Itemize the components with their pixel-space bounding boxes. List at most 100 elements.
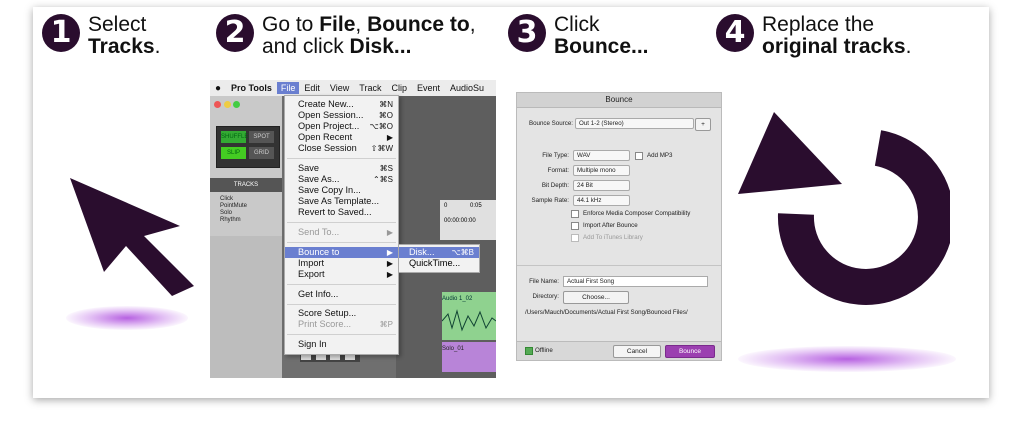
menu-item-close-session[interactable]: Close Session ⇧⌘W <box>285 143 398 154</box>
file-name-label: File Name: <box>529 278 559 285</box>
menu-item-import[interactable]: Import ▶ <box>285 258 398 269</box>
menu-audiosuite[interactable]: AudioSu <box>450 83 484 93</box>
menu-item-open-recent[interactable]: Open Recent ▶ <box>285 132 398 143</box>
menu-item-open-session[interactable]: Open Session... ⌘O <box>285 110 398 121</box>
step-number-2: 2 <box>216 14 254 52</box>
file-menu: Create New... ⌘N Open Session... ⌘O Open P… <box>284 95 399 355</box>
waveform-icon <box>442 309 496 332</box>
step-3-line1: Click <box>554 13 600 36</box>
submenu-item-quicktime[interactable]: QuickTime... <box>399 258 479 269</box>
step-4-suffix: . <box>905 35 912 58</box>
menu-separator <box>287 284 396 285</box>
edit-mode-panel: SHUFFLE SPOT SLIP GRID TRACKS Click Poin… <box>210 96 282 378</box>
shuffle-button[interactable]: SHUFFLE <box>221 131 248 143</box>
track-list-item[interactable]: Solo <box>220 210 247 217</box>
enforce-compat-checkbox[interactable] <box>571 210 579 218</box>
menu-item-revert-to-saved[interactable]: Revert to Saved... <box>285 207 398 218</box>
offline-checkbox[interactable] <box>525 347 533 355</box>
step-number-4: 4 <box>716 14 754 52</box>
step-4: 4 Replace the original tracks. <box>716 14 911 58</box>
step-3: 3 Click Bounce... <box>508 14 649 58</box>
grid-button[interactable]: GRID <box>249 147 274 159</box>
step-number-3: 3 <box>508 14 546 52</box>
track-list-item[interactable]: Click <box>220 196 247 203</box>
menu-file[interactable]: File <box>276 82 300 94</box>
enforce-compat-label: Enforce Media Composer Compatibility <box>583 210 691 217</box>
menu-item-get-info[interactable]: Get Info... <box>285 289 398 300</box>
step-1-bold: Tracks <box>88 35 155 58</box>
bit-depth-select[interactable]: 24 Bit <box>573 180 630 191</box>
bounce-source-select[interactable]: Out 1-2 (Stereo) <box>575 118 694 129</box>
add-source-button[interactable]: + <box>695 118 711 131</box>
step-2-mid: , <box>355 13 368 36</box>
menu-item-save-as[interactable]: Save As... ⌃⌘S <box>285 174 398 185</box>
bit-depth-label: Bit Depth: <box>541 182 569 189</box>
add-mp3-checkbox[interactable] <box>635 152 643 160</box>
region-name: Audio 1_02 <box>442 296 473 302</box>
slip-button[interactable]: SLIP <box>221 147 246 159</box>
directory-path: /Users/Mauch/Documents/Actual First Song… <box>525 309 688 316</box>
menu-item-export[interactable]: Export ▶ <box>285 269 398 280</box>
minimize-dot-icon[interactable] <box>223 101 231 108</box>
menu-item-save[interactable]: Save ⌘S <box>285 163 398 174</box>
region-name: Solo_01 <box>442 346 465 352</box>
cursor-arrow-icon <box>70 178 194 296</box>
dialog-footer: Offline Cancel Bounce <box>517 341 721 360</box>
menu-item-create-new[interactable]: Create New... ⌘N <box>285 99 398 110</box>
format-label: Format: <box>547 167 569 174</box>
menu-protools[interactable]: Pro Tools <box>231 83 272 93</box>
file-type-select[interactable]: WAV <box>573 150 630 161</box>
dialog-title: Bounce <box>517 93 721 108</box>
apple-icon: ● <box>215 82 222 94</box>
submenu-item-disk[interactable]: Disk... ⌥⌘B <box>399 247 479 258</box>
audio-region-1[interactable]: Audio 1_02 <box>442 292 496 340</box>
track-list: Click PointMute Solo Rhythm <box>220 196 247 224</box>
menu-view[interactable]: View <box>330 83 349 93</box>
menu-separator <box>287 242 396 243</box>
file-name-input[interactable]: Actual First Song <box>563 276 708 287</box>
menu-item-score-setup[interactable]: Score Setup... <box>285 308 398 319</box>
step-number-1: 1 <box>42 14 80 52</box>
menu-edit[interactable]: Edit <box>304 83 320 93</box>
track-list-item[interactable]: PointMute <box>220 203 247 210</box>
menu-event[interactable]: Event <box>417 83 440 93</box>
window-controls <box>214 100 241 110</box>
menu-item-open-project[interactable]: Open Project... ⌥⌘O <box>285 121 398 132</box>
cancel-button[interactable]: Cancel <box>613 345 661 358</box>
step-4-bold: original tracks <box>762 35 906 58</box>
menu-item-sign-in[interactable]: Sign In <box>285 339 398 350</box>
mac-menubar: ● Pro Tools File Edit View Track Clip Ev… <box>210 80 496 96</box>
dialog-divider <box>517 265 721 266</box>
audio-region-2[interactable]: Solo_01 <box>442 342 496 372</box>
choose-directory-button[interactable]: Choose... <box>563 291 629 304</box>
edit-mode-buttons: SHUFFLE SPOT SLIP GRID <box>216 126 280 168</box>
menu-item-save-copy-in[interactable]: Save Copy In... <box>285 185 398 196</box>
menu-item-print-score: Print Score... ⌘P <box>298 319 393 329</box>
step-2-line2-pre: and click <box>262 35 350 58</box>
add-mp3-label: Add MP3 <box>647 152 673 159</box>
spot-button[interactable]: SPOT <box>249 131 274 143</box>
menu-separator <box>287 334 396 335</box>
step-1-text: Select Tracks. <box>88 14 160 58</box>
bounce-button[interactable]: Bounce <box>665 345 715 358</box>
bounce-to-submenu: Disk... ⌥⌘B QuickTime... <box>398 244 480 273</box>
replace-loop-arrow-icon <box>738 112 950 305</box>
zoom-dot-icon[interactable] <box>233 101 241 108</box>
menu-clip[interactable]: Clip <box>391 83 407 93</box>
menu-item-save-as-template[interactable]: Save As Template... <box>285 196 398 207</box>
timecode: 00:00:00:00 <box>444 218 476 224</box>
step-1-suffix: . <box>154 35 161 58</box>
menu-separator <box>287 222 396 223</box>
bounce-source-label: Bounce Source: <box>528 120 573 127</box>
import-after-bounce-checkbox[interactable] <box>571 222 579 230</box>
format-select[interactable]: Multiple mono <box>573 165 630 176</box>
step-2-file: File <box>319 13 356 36</box>
close-dot-icon[interactable] <box>214 101 221 108</box>
menu-item-bounce-to[interactable]: Bounce to ▶ <box>285 247 398 258</box>
tracks-header: TRACKS <box>210 178 282 192</box>
menu-track[interactable]: Track <box>359 83 381 93</box>
sample-rate-select[interactable]: 44.1 kHz <box>573 195 630 206</box>
sample-rate-label: Sample Rate: <box>531 197 570 204</box>
track-list-item[interactable]: Rhythm <box>220 217 247 224</box>
directory-label: Directory: <box>532 293 559 300</box>
